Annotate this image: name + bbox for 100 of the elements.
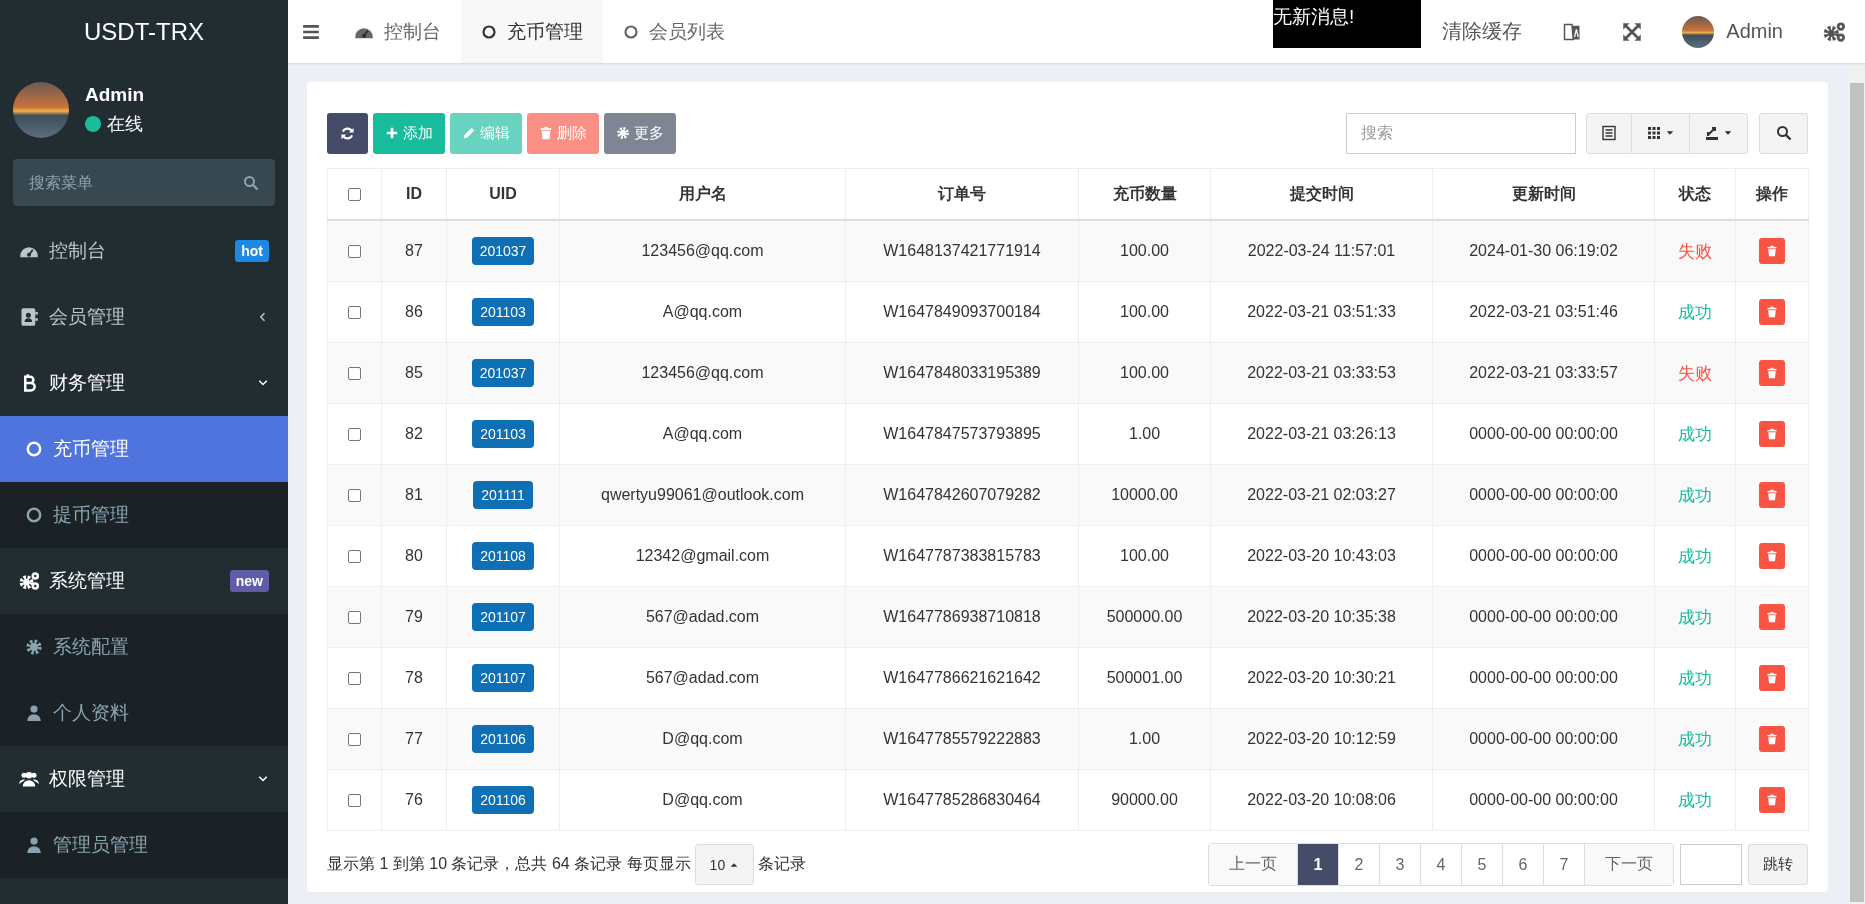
table-cell: 0000-00-00 00:00:00 [1432,464,1655,526]
menu-item[interactable]: 会员管理 [0,284,288,350]
trash-icon [1766,550,1778,562]
select-all-checkbox[interactable] [348,188,361,202]
menu-item[interactable]: 系统管理 new [0,548,288,614]
prev-page-button[interactable]: 上一页 [1209,844,1298,885]
table-cell: 2022-03-20 10:12:59 [1210,708,1433,770]
nav-tab[interactable]: 会员列表 [603,0,745,63]
table-cell: 77 [381,708,447,770]
row-checkbox[interactable] [348,550,361,564]
uid-tag: 201111 [473,481,533,509]
scrollbar[interactable] [1848,63,1865,904]
page-button[interactable]: 1 [1298,844,1339,885]
table-cell: W1647785579222883 [845,708,1079,770]
plus-icon [385,126,399,140]
row-checkbox[interactable] [348,733,361,747]
page-input[interactable] [1680,844,1742,885]
pagination-info: 显示第 1 到第 10 条记录，总共 64 条记录 每页显示 [327,854,691,874]
submenu-item[interactable]: 个人资料 [0,680,288,746]
export-dropdown[interactable] [1689,112,1748,154]
row-checkbox[interactable] [348,367,361,381]
table-cell: 2022-03-21 02:03:27 [1210,464,1433,526]
table-cell: W1647848033195389 [845,342,1079,404]
gear-icon [25,638,43,656]
table-cell: 12342@gmail.com [559,525,846,587]
table-cell: 10000.00 [1078,464,1211,526]
delete-row-button[interactable] [1759,604,1785,630]
circle-icon [25,506,43,524]
search-icon [243,175,259,191]
delete-row-button[interactable] [1759,543,1785,569]
row-checkbox[interactable] [348,245,361,259]
columns-dropdown[interactable] [1631,112,1690,154]
card-view-button[interactable] [1586,112,1632,154]
menu-item[interactable]: 财务管理 [0,350,288,416]
submenu-item[interactable]: 系统配置 [0,614,288,680]
table-cell: W1647785286830464 [845,769,1079,831]
status-text: 成功 [1678,485,1712,505]
table-cell: W1647849093700184 [845,281,1079,343]
delete-row-button[interactable] [1759,665,1785,691]
user-status: 在线 [107,113,143,136]
table-cell: 82 [381,403,447,465]
menu-search-field[interactable]: 搜索菜单 [13,159,275,206]
table-cell: W1647842607079282 [845,464,1079,526]
nav-tab[interactable]: 充币管理 [461,0,603,63]
trash-icon [1766,489,1778,501]
table-cell: 100.00 [1078,220,1211,282]
search-field[interactable]: 搜索 [1346,112,1576,154]
gears-icon [19,571,39,591]
refresh-button[interactable] [327,112,368,154]
row-checkbox[interactable] [348,672,361,686]
status-text: 失败 [1678,363,1712,383]
next-page-button[interactable]: 下一页 [1585,844,1673,885]
row-checkbox[interactable] [348,794,361,808]
nav-tab[interactable]: 控制台 [334,0,461,63]
notification-popup: 无新消息! [1273,0,1421,48]
row-checkbox[interactable] [348,306,361,320]
search-icon [1775,125,1792,141]
table-cell: W1647786938710818 [845,586,1079,648]
row-checkbox[interactable] [348,489,361,503]
table-cell: 81 [381,464,447,526]
table-cell: 2022-03-21 03:33:57 [1432,342,1655,404]
jump-button[interactable]: 跳转 [1748,844,1808,885]
delete-row-button[interactable] [1759,787,1785,813]
menu-item[interactable]: 控制台 hot [0,218,288,284]
delete-row-button[interactable] [1759,421,1785,447]
delete-row-button[interactable] [1759,299,1785,325]
uid-tag: 201106 [472,786,534,814]
delete-row-button[interactable] [1759,726,1785,752]
delete-row-button[interactable] [1759,238,1785,264]
submenu-item[interactable]: 提币管理 [0,482,288,548]
table-cell: 2022-03-21 03:51:46 [1432,281,1655,343]
uid-tag: 201103 [472,420,534,448]
table-cell: 2024-01-30 06:19:02 [1432,220,1655,282]
delete-row-button[interactable] [1759,482,1785,508]
table-cell: 1.00 [1078,708,1211,770]
more-button[interactable]: 更多 [604,112,676,154]
status-text: 成功 [1678,424,1712,444]
table-cell: W1648137421771914 [845,220,1079,282]
row-checkbox[interactable] [348,428,361,442]
table-cell: W1647786621621642 [845,647,1079,709]
table-cell: A@qq.com [559,403,846,465]
table-cell: 0000-00-00 00:00:00 [1432,525,1655,587]
user-icon [25,704,43,722]
uid-tag: 201037 [471,359,535,387]
table-cell: 500000.00 [1078,586,1211,648]
clear-cache-link[interactable]: 清除缓存 [1422,0,1543,63]
table-cell: 78 [381,647,447,709]
submenu-item[interactable]: 管理员管理 [0,812,288,878]
submenu-item[interactable]: 充币管理 [0,416,288,482]
table-cell: 0000-00-00 00:00:00 [1432,708,1655,770]
delete-row-button[interactable] [1759,360,1785,386]
uid-tag: 201103 [472,298,534,326]
user-menu[interactable]: Admin [1662,0,1803,63]
page-size-dropdown[interactable]: 10 [694,844,755,885]
search-button[interactable] [1759,112,1808,154]
table-cell: 123456@qq.com [559,342,846,404]
menu-item[interactable]: 权限管理 [0,746,288,812]
table-cell: D@qq.com [559,708,846,770]
row-checkbox[interactable] [348,611,361,625]
table-cell: 2022-03-24 11:57:01 [1210,220,1433,282]
